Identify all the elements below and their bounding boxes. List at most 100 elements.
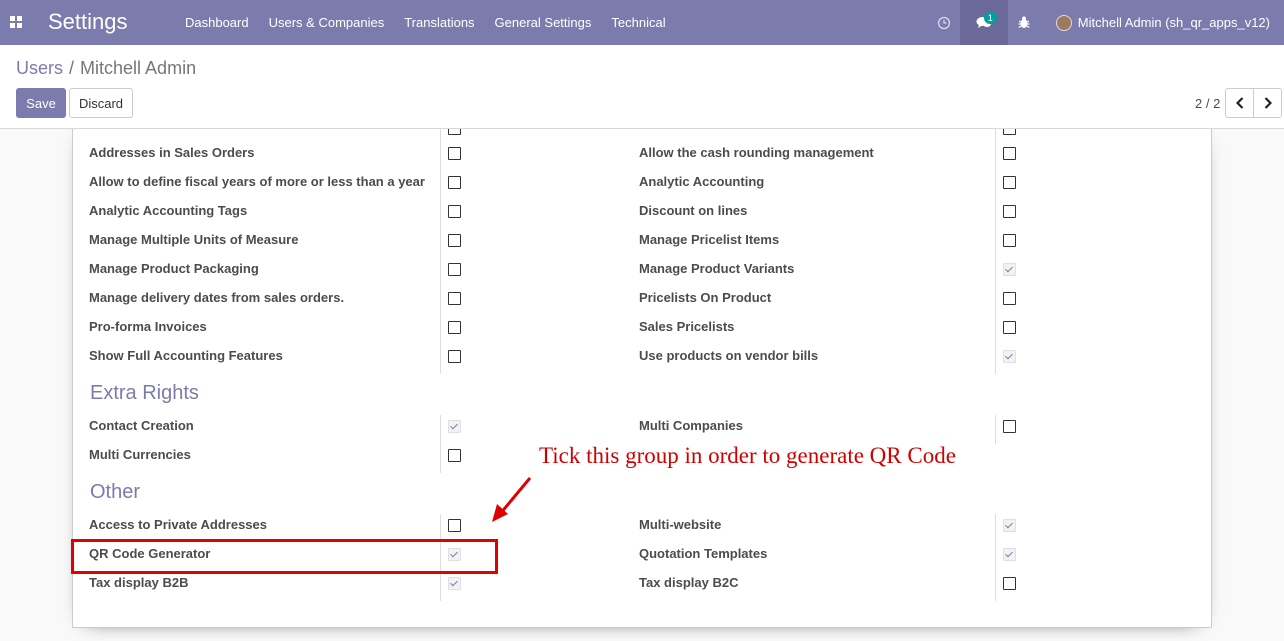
group-label: Analytic Accounting Tags: [89, 203, 248, 218]
group-row: Use products on vendor bills: [639, 348, 984, 377]
section-title-extra-rights: Extra Rights: [90, 382, 199, 404]
messaging-icon[interactable]: 1: [959, 0, 1008, 45]
section-title-other: Other: [90, 481, 141, 503]
group-label: Pricelists On Product: [639, 290, 772, 305]
highlight-box: [71, 539, 498, 574]
group-checkbox[interactable]: [1003, 350, 1016, 363]
pager-previous-button[interactable]: [1225, 88, 1254, 118]
checkbox-partial-left[interactable]: [448, 129, 461, 135]
main-menu: Dashboard Users & Companies Translations…: [175, 0, 676, 45]
group-checkbox[interactable]: [1003, 321, 1016, 334]
pager-next-button[interactable]: [1253, 88, 1282, 118]
menu-dashboard[interactable]: Dashboard: [175, 0, 259, 45]
group-checkbox[interactable]: [1003, 577, 1016, 590]
group-row: Manage Multiple Units of Measure: [89, 232, 429, 261]
group-label: Manage Pricelist Items: [639, 232, 780, 247]
group-checkbox[interactable]: [1003, 263, 1016, 276]
annotation-arrow-icon: [492, 477, 532, 522]
apps-menu-icon[interactable]: [10, 16, 22, 28]
menu-technical[interactable]: Technical: [601, 0, 675, 45]
group-checkbox[interactable]: [448, 234, 461, 247]
user-avatar: [1055, 14, 1072, 31]
group-checkbox[interactable]: [448, 205, 461, 218]
group-row: Tax display B2B: [89, 575, 429, 604]
group-checkbox[interactable]: [1003, 548, 1016, 561]
breadcrumb-users[interactable]: Users: [16, 58, 63, 78]
activity-clock-icon[interactable]: [928, 0, 960, 45]
discard-button[interactable]: Discard: [69, 88, 133, 118]
checkbox-partial-right[interactable]: [1003, 129, 1016, 135]
group-row: Analytic Accounting Tags: [89, 203, 429, 232]
group-checkbox[interactable]: [1003, 176, 1016, 189]
group-checkbox[interactable]: [1003, 420, 1016, 433]
group-checkbox[interactable]: [1003, 519, 1016, 532]
group-label: Multi Companies: [639, 418, 744, 433]
group-row: Contact Creation: [89, 418, 429, 447]
group-label: Contact Creation: [89, 418, 194, 433]
group-row: Addresses in Sales Orders: [89, 145, 429, 174]
group-label: Multi-website: [639, 517, 722, 532]
group-label: Manage delivery dates from sales orders.: [89, 290, 345, 305]
user-menu[interactable]: Mitchell Admin (sh_qr_apps_v12): [1040, 0, 1284, 45]
breadcrumb: Users / Mitchell Admin: [16, 58, 197, 78]
chevron-right-icon: [1264, 97, 1272, 109]
group-label: Tax display B2C: [639, 575, 739, 590]
group-row: Manage Pricelist Items: [639, 232, 984, 261]
group-label: Sales Pricelists: [639, 319, 735, 334]
group-label: Addresses in Sales Orders: [89, 145, 255, 160]
group-checkbox[interactable]: [448, 519, 461, 532]
group-checkbox[interactable]: [1003, 292, 1016, 305]
control-panel: Users / Mitchell Admin Save Discard 2 / 2: [0, 45, 1284, 129]
group-label: Manage Product Variants: [639, 261, 795, 276]
group-row: Manage Product Packaging: [89, 261, 429, 290]
group-row: Manage delivery dates from sales orders.: [89, 290, 429, 319]
group-label: Manage Product Packaging: [89, 261, 259, 276]
group-checkbox[interactable]: [1003, 234, 1016, 247]
group-checkbox[interactable]: [448, 449, 461, 462]
debug-bug-icon[interactable]: [1008, 0, 1040, 45]
menu-translations[interactable]: Translations: [394, 0, 484, 45]
group-row: Allow the cash rounding management: [639, 145, 984, 174]
group-label: Multi Currencies: [89, 447, 191, 462]
group-checkbox[interactable]: [448, 321, 461, 334]
group-row: Multi-website: [639, 517, 984, 546]
top-navbar: Settings Dashboard Users & Companies Tra…: [0, 0, 1284, 45]
group-row: Multi Currencies: [89, 447, 429, 476]
group-label: Show Full Accounting Features: [89, 348, 283, 363]
group-checkbox[interactable]: [448, 176, 461, 189]
group-label: Use products on vendor bills: [639, 348, 819, 363]
menu-users-companies[interactable]: Users & Companies: [259, 0, 395, 45]
save-button[interactable]: Save: [16, 88, 66, 118]
group-checkbox[interactable]: [448, 292, 461, 305]
group-row: Allow to define fiscal years of more or …: [89, 174, 429, 203]
group-row: Manage Product Variants: [639, 261, 984, 290]
group-label: Pro-forma Invoices: [89, 319, 207, 334]
group-checkbox[interactable]: [448, 577, 461, 590]
group-label: Discount on lines: [639, 203, 748, 218]
group-label: Manage Multiple Units of Measure: [89, 232, 299, 247]
group-checkbox[interactable]: [448, 263, 461, 276]
breadcrumb-current: Mitchell Admin: [80, 58, 197, 78]
group-label: Allow the cash rounding management: [639, 145, 874, 160]
group-checkbox[interactable]: [1003, 205, 1016, 218]
user-name: Mitchell Admin (sh_qr_apps_v12): [1077, 15, 1270, 30]
group-label: Allow to define fiscal years of more or …: [89, 174, 425, 189]
systray: 1 Mitchell Admin (sh_qr_apps_v12): [928, 0, 1284, 45]
group-row: Quotation Templates: [639, 546, 984, 575]
group-label: Access to Private Addresses: [89, 517, 268, 532]
menu-general-settings[interactable]: General Settings: [485, 0, 602, 45]
group-checkbox[interactable]: [1003, 147, 1016, 160]
annotation-text: Tick this group in order to generate QR …: [539, 443, 956, 468]
group-row: Discount on lines: [639, 203, 984, 232]
group-checkbox[interactable]: [448, 420, 461, 433]
group-label: Quotation Templates: [639, 546, 768, 561]
group-row: Pro-forma Invoices: [89, 319, 429, 348]
group-checkbox[interactable]: [448, 350, 461, 363]
chat-badge: 1: [983, 12, 997, 24]
group-checkbox[interactable]: [448, 147, 461, 160]
group-label: Analytic Accounting: [639, 174, 765, 189]
group-label: Tax display B2B: [89, 575, 189, 590]
chevron-left-icon: [1235, 97, 1243, 109]
group-row: Sales Pricelists: [639, 319, 984, 348]
app-title: Settings: [48, 9, 128, 34]
